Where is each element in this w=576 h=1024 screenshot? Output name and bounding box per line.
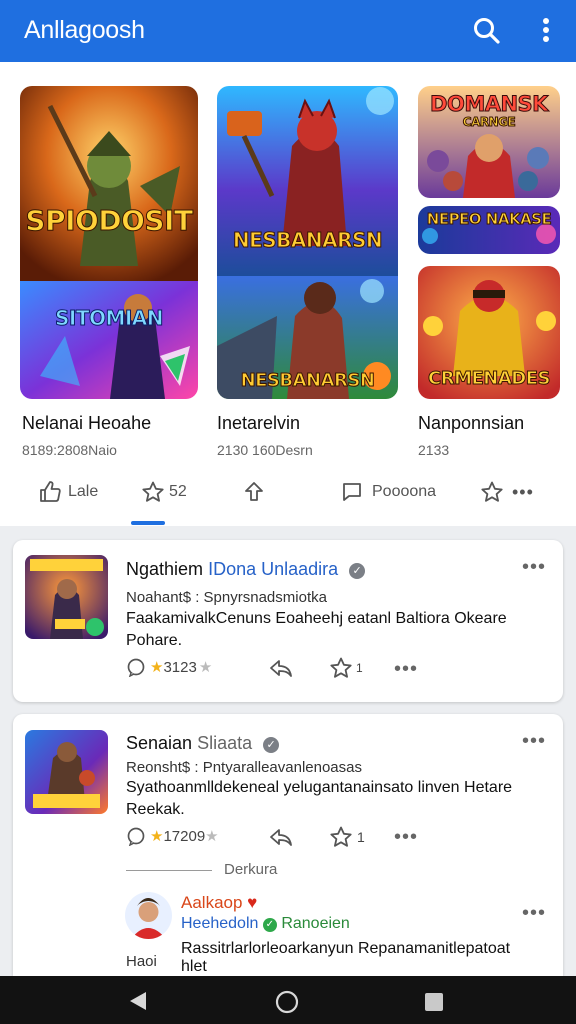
post-rating-2[interactable]: ★ 17209 ★ <box>126 826 219 846</box>
reply-sub-green: Ranoeien <box>281 915 350 932</box>
post-star-count-2: 1 <box>357 829 365 845</box>
active-tab-indicator <box>131 521 165 525</box>
game-title-1[interactable]: Nelanai Heoahe <box>22 413 151 434</box>
post-rating-1[interactable]: ★ 3123 ★ <box>126 657 212 677</box>
search-icon[interactable] <box>468 12 504 48</box>
post-thumbnail-1[interactable] <box>25 555 108 639</box>
post-author-2[interactable]: Senaian Sliaata ✓ <box>126 733 280 754</box>
reply-author-name: Aalkaop <box>181 893 243 912</box>
share-button[interactable] <box>242 480 266 504</box>
thumbs-up-icon <box>40 481 61 502</box>
star-outline-icon <box>481 481 503 502</box>
star-filled-icon: ★ <box>150 828 164 845</box>
avatar[interactable] <box>125 892 172 939</box>
like-label: Lale <box>68 483 99 500</box>
app-title: Anllagoosh <box>24 16 145 44</box>
game-banner-2b: NESBANARSN <box>240 370 375 392</box>
game-meta-3: 2133 <box>418 442 450 458</box>
star-outline-icon <box>330 657 352 678</box>
more-horiz-icon[interactable]: ••• <box>512 482 534 503</box>
reply-body: Rassitrlarlorleoarkanyun Repanamanitlepa… <box>181 940 511 975</box>
verified-icon: ✓ <box>263 737 280 753</box>
post-body-2: Syathoanmlldekeneal yelugantanainsato li… <box>126 779 513 818</box>
game-banner-3a: DOMANSK <box>430 92 549 117</box>
system-nav-bar <box>0 976 576 1024</box>
post-menu-button-2[interactable]: ••• <box>522 730 546 753</box>
divider-line <box>126 870 212 871</box>
app-bar: Anllagoosh <box>0 0 576 62</box>
rating-label: 52 <box>169 483 187 500</box>
reply-sub-blue: Heehedoln <box>181 915 259 932</box>
post-author-1[interactable]: Ngathiem IDona Unlaadira ✓ <box>126 559 366 580</box>
post-rating-value-1: 3123 <box>163 658 197 676</box>
comment-bubble-icon <box>127 658 145 677</box>
game-tile-1[interactable]: SPIODOSIT SITOMIAN <box>20 86 198 399</box>
game-banner-1b: SITOMIAN <box>54 306 164 331</box>
game-banner-3c: CRMENADES <box>428 368 551 390</box>
post-rating-value-2: 17209 <box>163 827 206 845</box>
post-author-highlight-1: IDona Unlaadira <box>208 559 339 579</box>
comment-label: Poooona <box>372 483 437 500</box>
post-author-secondary-2: Sliaata <box>197 733 253 753</box>
recents-icon[interactable] <box>423 991 445 1018</box>
post-star-button-2[interactable]: 1 <box>329 825 365 849</box>
game-tile-3b[interactable]: NEPEO NAKASE <box>418 206 560 254</box>
reply-arrow-icon <box>270 660 292 677</box>
post-star-count-1: 1 <box>356 661 363 675</box>
comment-bubble-icon <box>127 827 145 846</box>
post-subtitle-2: Reonsht$ : Pntyaralleavanlenoasas <box>126 759 362 776</box>
post-menu-button-1[interactable]: ••• <box>522 556 546 579</box>
star-empty-icon: ★ <box>198 659 213 676</box>
reply-footer: Haoi <box>126 953 157 970</box>
game-banner-2: NESBANARSN <box>232 228 383 253</box>
comment-icon <box>343 483 361 501</box>
divider-label: Derkura <box>224 861 278 878</box>
game-tile-3c[interactable]: CRMENADES <box>418 266 560 399</box>
home-icon[interactable] <box>275 990 299 1019</box>
post-thumbnail-2[interactable] <box>25 730 108 814</box>
game-title-2[interactable]: Inetarelvin <box>217 413 300 434</box>
post-star-button-1[interactable]: 1 <box>329 656 363 680</box>
favorite-button[interactable] <box>480 480 504 504</box>
reply-menu-button[interactable]: ••• <box>522 902 546 925</box>
repost-button-1[interactable] <box>268 656 294 680</box>
game-tile-3a[interactable]: DOMANSK CARNGE <box>418 86 560 198</box>
game-title-3[interactable]: Nanponnsian <box>418 413 524 434</box>
game-meta-1: 8189:2808Naio <box>22 442 117 458</box>
post-author-name-1: Ngathiem <box>126 559 204 579</box>
rating-button[interactable]: 52 <box>141 480 187 504</box>
star-icon <box>142 481 164 502</box>
post-more-button-1[interactable]: ••• <box>394 658 418 681</box>
reply-subtitle: Heehedoln ✓ Ranoeien <box>181 915 350 933</box>
like-button[interactable]: Lale <box>38 480 98 504</box>
post-more-button-2[interactable]: ••• <box>394 826 418 849</box>
star-filled-icon: ★ <box>150 659 164 676</box>
game-banner-3b: NEPEO NAKASE <box>426 210 552 229</box>
share-up-icon <box>245 482 263 501</box>
reply-author[interactable]: Aalkaop ♥ <box>181 893 257 913</box>
star-outline-icon <box>330 826 352 847</box>
post-author-name-2: Senaian <box>126 733 193 753</box>
check-circle-icon: ✓ <box>262 918 277 932</box>
post-body-1: FaakamivalkCenuns Eoaheehj eatanl Baltio… <box>126 610 507 649</box>
post-subtitle-1: Noahant$ : Spnyrsnadsmiotka <box>126 589 327 606</box>
game-banner-3a-sub: CARNGE <box>462 115 516 130</box>
reply-arrow-icon <box>270 829 292 846</box>
game-banner-1: SPIODOSIT <box>25 204 194 238</box>
repost-button-2[interactable] <box>268 825 294 849</box>
game-meta-2: 2130 160Desrn <box>217 442 313 458</box>
verified-icon: ✓ <box>349 563 366 579</box>
game-tile-2[interactable]: NESBANARSN NESBANARSN <box>217 86 398 399</box>
back-icon[interactable] <box>126 990 150 1017</box>
comment-button[interactable]: Poooona <box>340 480 436 504</box>
star-empty-icon: ★ <box>205 828 219 845</box>
more-vert-icon[interactable] <box>528 12 564 48</box>
heart-icon: ♥ <box>247 893 258 912</box>
